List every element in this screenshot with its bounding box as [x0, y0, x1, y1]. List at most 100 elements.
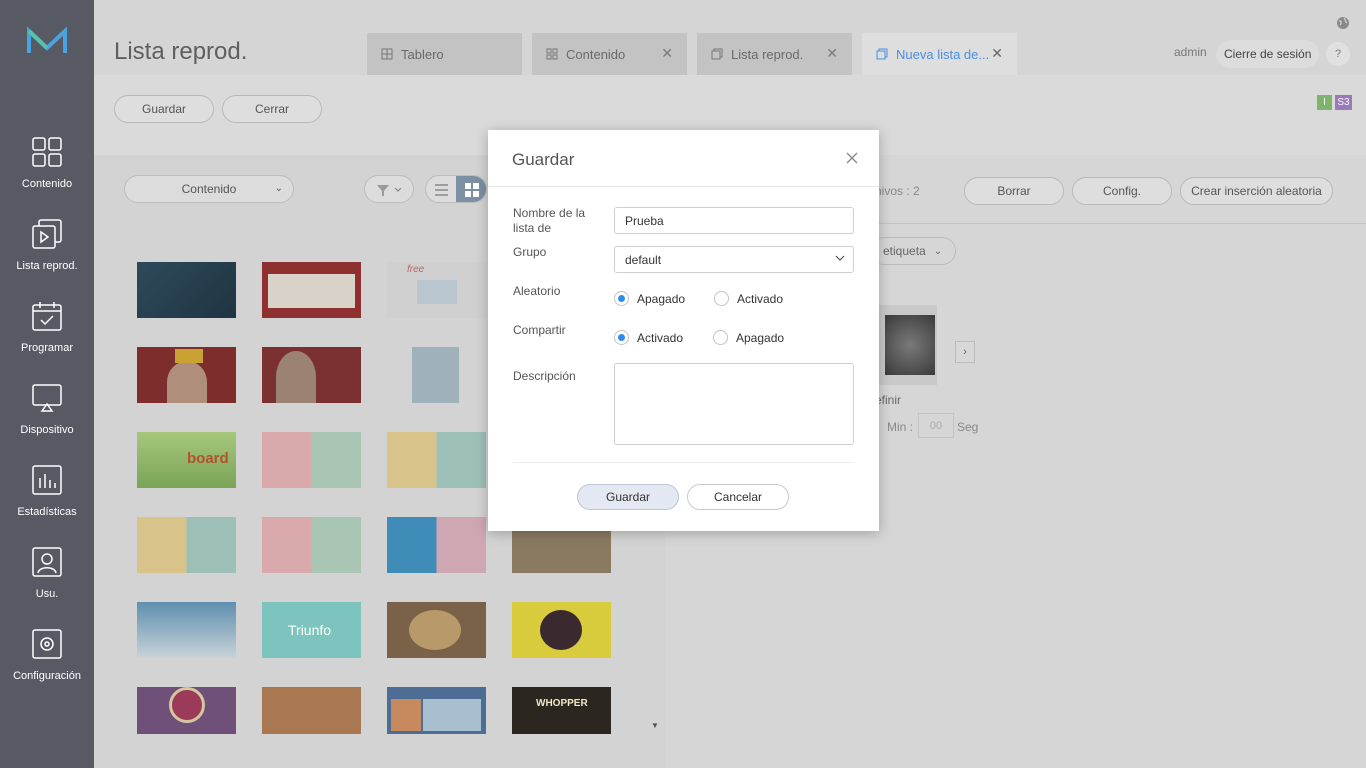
status-badge-i: I: [1317, 95, 1332, 110]
content-thumbnail[interactable]: [262, 687, 361, 734]
calendar-icon: [32, 302, 62, 331]
tab-lista-reprod[interactable]: Lista reprod. ✕: [697, 33, 852, 75]
sidebar-item-label: Lista reprod.: [16, 260, 78, 272]
sidebar-item-label: Configuración: [13, 670, 81, 682]
view-toggle: [425, 175, 487, 203]
close-icon[interactable]: ✕: [826, 45, 838, 62]
share-on-radio[interactable]: [614, 330, 629, 345]
dialog-cancel-button[interactable]: Cancelar: [687, 484, 789, 510]
tab-label: Lista reprod.: [731, 46, 804, 62]
random-insert-button[interactable]: Crear inserción aleatoria: [1180, 177, 1333, 205]
description-textarea[interactable]: [614, 363, 854, 445]
content-thumbnail[interactable]: [262, 517, 361, 573]
files-count: hivos : 2: [875, 184, 920, 198]
content-thumbnail[interactable]: [512, 602, 611, 658]
sidebar-item-programar[interactable]: Programar: [0, 300, 94, 354]
sidebar-item-contenido[interactable]: Contenido: [0, 136, 94, 190]
page-title: Lista reprod.: [114, 38, 248, 65]
dialog-save-button[interactable]: Guardar: [577, 484, 679, 510]
sidebar-item-dispositivo[interactable]: Dispositivo: [0, 382, 94, 436]
sidebar-item-estadisticas[interactable]: Estadísticas: [0, 464, 94, 518]
logout-button[interactable]: Cierre de sesión: [1216, 40, 1320, 68]
tab-nueva-lista[interactable]: Nueva lista de... ✕: [862, 33, 1017, 75]
sidebar-item-usu[interactable]: Usu.: [0, 546, 94, 600]
content-thumbnail[interactable]: free: [387, 262, 486, 318]
content-thumbnail[interactable]: [137, 262, 236, 318]
save-button[interactable]: Guardar: [114, 95, 214, 123]
content-thumbnail[interactable]: [137, 347, 236, 403]
thumbnail-text: Triunfo: [288, 622, 332, 638]
content-thumbnail[interactable]: WHOPPER: [512, 687, 611, 734]
grid-view-button[interactable]: [456, 176, 486, 202]
bar-chart-icon: [32, 465, 62, 495]
content-thumbnail[interactable]: [387, 687, 486, 734]
random-off-radio[interactable]: [614, 291, 629, 306]
tab-label: Tablero: [401, 46, 444, 62]
duration-input[interactable]: 00: [918, 413, 954, 438]
content-thumbnail[interactable]: [262, 347, 361, 403]
username: admin: [1174, 45, 1207, 59]
content-thumbnail[interactable]: [387, 432, 486, 488]
tab-contenido[interactable]: Contenido ✕: [532, 33, 687, 75]
list-view-button[interactable]: [426, 176, 456, 202]
group-select[interactable]: default: [614, 246, 854, 273]
share-off-label: Apagado: [736, 331, 785, 345]
description-label: Descripción: [513, 369, 576, 383]
content-thumbnail[interactable]: [262, 432, 361, 488]
sidebar-item-label: Estadísticas: [17, 506, 77, 518]
grid-icon: [32, 137, 62, 167]
content-type-value: Contenido: [181, 182, 237, 196]
min-label: Min :: [887, 420, 914, 434]
tab-tablero[interactable]: Tablero: [367, 33, 522, 75]
user-icon: [32, 547, 62, 577]
grid-icon: [465, 183, 479, 197]
tag-filter-select[interactable]: etiqueta ⌄: [870, 237, 956, 265]
close-icon[interactable]: [844, 150, 860, 166]
content-thumbnail[interactable]: board: [137, 432, 236, 488]
playlist-icon: [711, 48, 723, 60]
header: Lista reprod. Tablero Contenido ✕ Lista …: [94, 0, 1366, 75]
chevron-down-icon: ⌄: [274, 183, 283, 194]
close-icon[interactable]: ✕: [991, 45, 1003, 62]
tab-label: Nueva lista de...: [896, 46, 990, 62]
save-dialog: Guardar Nombre de la lista de Prueba Gru…: [488, 130, 879, 531]
content-thumbnail[interactable]: [387, 517, 486, 573]
content-type-select[interactable]: Contenido ⌄: [124, 175, 294, 203]
divider: [513, 462, 854, 463]
status-badge-s3: S3: [1335, 95, 1352, 110]
random-on-label: Activado: [737, 292, 784, 306]
delete-button[interactable]: Borrar: [964, 177, 1064, 205]
close-button[interactable]: Cerrar: [222, 95, 322, 123]
content-thumbnail[interactable]: [137, 687, 236, 734]
sidebar-item-label: Usu.: [35, 588, 59, 600]
name-input[interactable]: Prueba: [614, 207, 854, 234]
sidebar: Contenido Lista reprod. Programar Dispos…: [0, 0, 94, 768]
thumbnail-text: WHOPPER: [536, 698, 588, 709]
random-label: Aleatorio: [513, 284, 561, 298]
content-thumbnail[interactable]: [137, 517, 236, 573]
help-button[interactable]: ?: [1326, 42, 1350, 66]
content-thumbnail[interactable]: [137, 602, 236, 658]
content-thumbnail[interactable]: [412, 347, 459, 403]
tab-label: Contenido: [566, 46, 626, 62]
chevron-right-icon[interactable]: ›: [955, 341, 975, 363]
thumbnail-text: board: [187, 450, 229, 467]
monitor-icon: [32, 384, 62, 412]
playlist-item-thumbnail[interactable]: [875, 305, 937, 385]
share-off-radio[interactable]: [713, 330, 728, 345]
sidebar-item-configuracion[interactable]: Configuración: [0, 628, 94, 682]
sidebar-item-label: Contenido: [21, 178, 73, 190]
close-icon[interactable]: ✕: [661, 45, 673, 62]
filter-button[interactable]: [364, 175, 414, 203]
seg-label: Seg: [957, 420, 979, 434]
scroll-down-icon[interactable]: ▼: [651, 721, 659, 730]
sidebar-item-label: Dispositivo: [20, 424, 74, 436]
content-thumbnail[interactable]: [387, 602, 486, 658]
content-thumbnail[interactable]: Triunfo: [262, 602, 361, 658]
globe-icon[interactable]: [1336, 16, 1350, 30]
gear-icon: [32, 629, 62, 659]
config-button[interactable]: Config.: [1072, 177, 1172, 205]
sidebar-item-lista-reprod[interactable]: Lista reprod.: [0, 218, 94, 272]
random-on-radio[interactable]: [714, 291, 729, 306]
content-thumbnail[interactable]: [262, 262, 361, 318]
